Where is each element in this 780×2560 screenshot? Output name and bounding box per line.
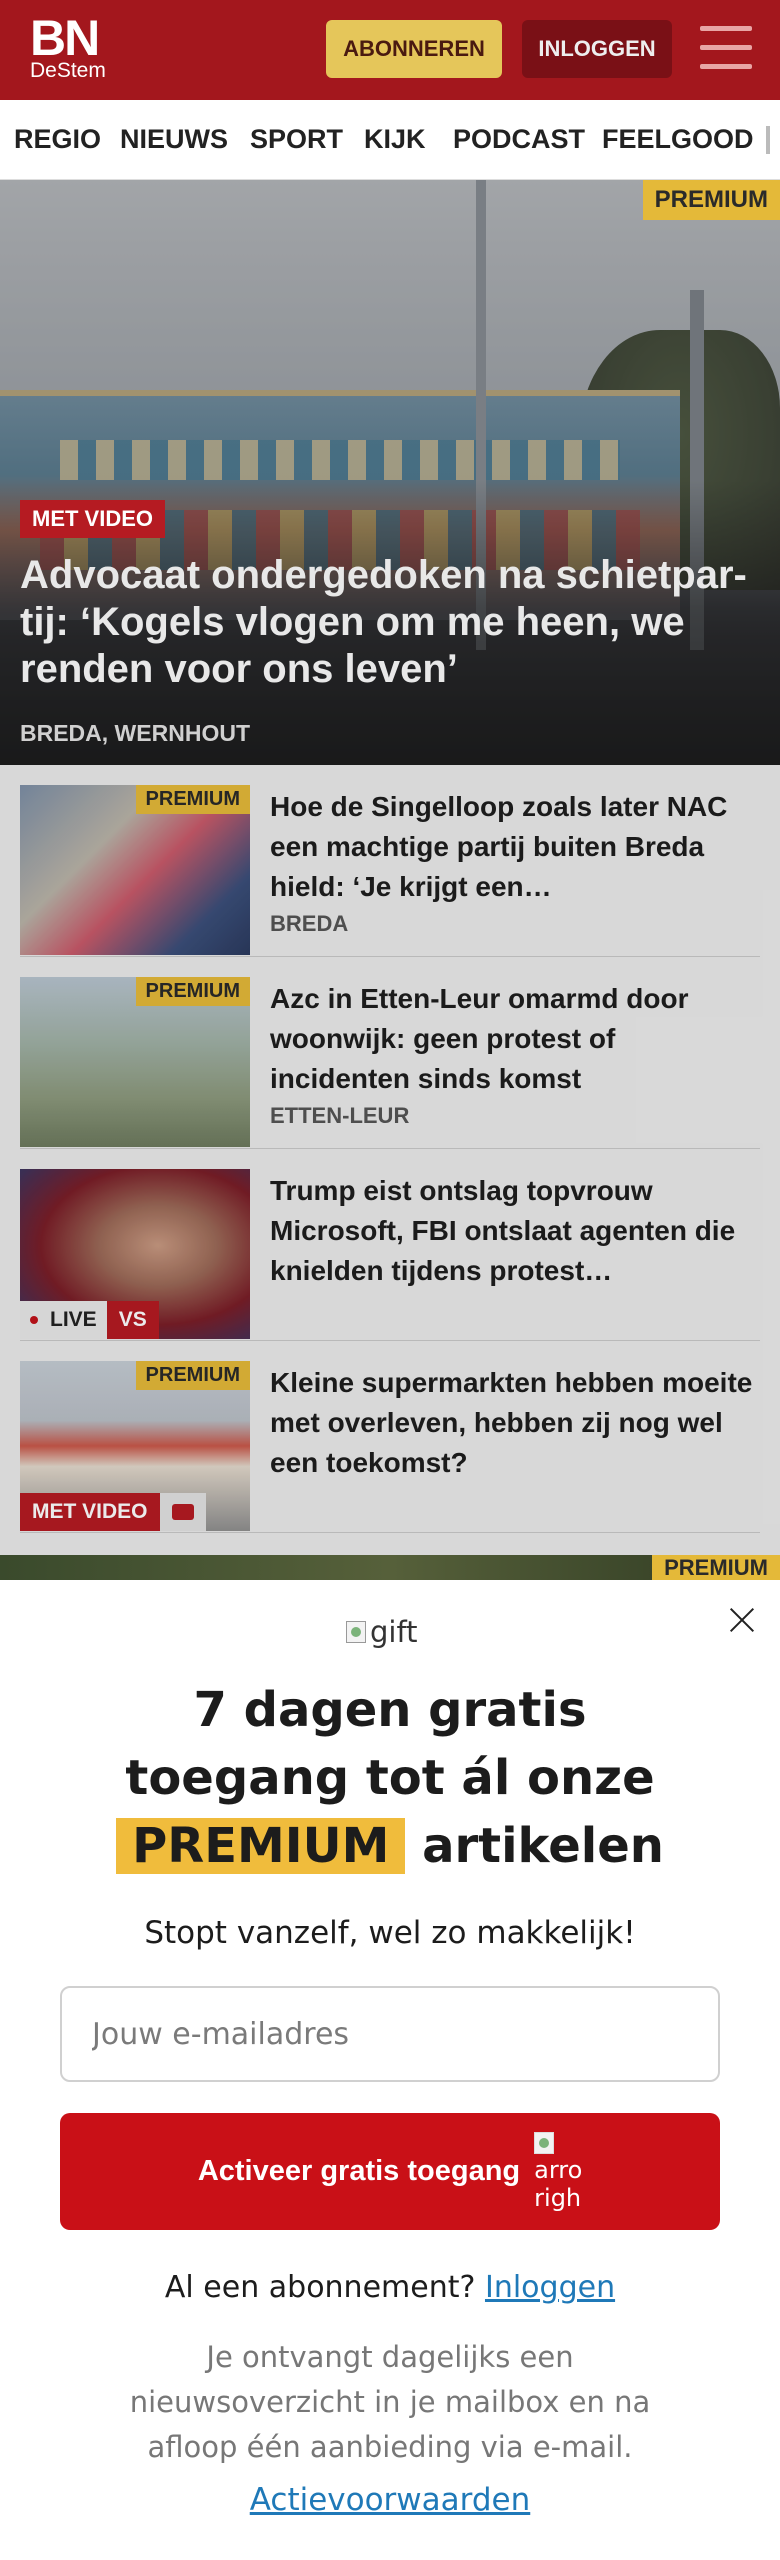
heading-line: PREMIUM artikelen [0,1812,780,1880]
cta-label: Activeer gratis toegang [197,2155,521,2187]
login-link[interactable]: Inloggen [485,2270,615,2305]
arrow-alt-text: arro [534,2155,583,2184]
video-badge: MET VIDEO [20,1493,206,1531]
subscribe-button[interactable]: ABONNEREN [326,20,502,78]
modal-heading: 7 dagen gratis toegang tot ál onze PREMI… [0,1676,780,1880]
existing-subscriber-text: Al een abonnement? [164,2270,476,2305]
existing-subscriber-line: Al een abonnement? Inloggen [0,2270,780,2305]
broken-image-icon [534,2131,555,2154]
premium-highlight: PREMIUM [116,1818,406,1874]
heading-line: 7 dagen gratis [193,1682,587,1738]
article-title[interactable]: Trump eist ontslag topvrouw Microsoft, F… [270,1171,760,1291]
article-title[interactable]: Kleine supermarkten hebben moeite met ov… [270,1363,760,1483]
video-label: MET VIDEO [20,1493,160,1531]
live-label: LIVE [20,1301,107,1339]
gift-alt-text: gift [370,1615,418,1649]
terms-link[interactable]: Actievoorwaarden [0,2482,780,2518]
list-item[interactable]: PREMIUM Azc in Etten-Leur omarmd door wo… [20,957,760,1149]
video-badge: MET VIDEO [20,500,166,538]
nav-item-nieuws[interactable]: NIEUWS [120,124,228,155]
live-text: LIVE [50,1308,97,1331]
activate-trial-button[interactable]: Activeer gratis toegang arro righ [60,2113,720,2230]
article-thumbnail: PREMIUM MET VIDEO [20,1361,250,1531]
site-header: BN DeStem ABONNEREN INLOGGEN [0,0,780,100]
article-list: PREMIUM Hoe de Singelloop zoals later NA… [0,765,780,1580]
article-title[interactable]: Hoe de Singelloop zoals later NAC een ma… [270,787,760,907]
site-logo[interactable]: BN DeStem [30,10,106,82]
nav-item-feelgood[interactable]: FEELGOOD [602,124,754,155]
premium-badge: PREMIUM [135,1361,250,1390]
login-button[interactable]: INLOGGEN [522,20,672,78]
premium-badge: PREMIUM [642,180,780,220]
premium-trial-modal: gift 7 dagen gratis toegang tot ál onze … [0,1580,780,2560]
modal-subheading: Stopt vanzelf, wel zo makkelijk! [144,1915,636,1951]
article-thumbnail: PREMIUM [20,977,250,1147]
heading-line: toegang tot ál onze [125,1750,655,1806]
premium-badge: PREMIUM [652,1555,780,1580]
logo-main: BN [30,10,100,66]
hero-headline[interactable]: Advocaat ondergedoken na schietpar­tij: … [20,552,765,693]
article-location: BREDA [270,911,349,936]
nav-item-podcast[interactable]: PODCAST [453,124,585,155]
premium-badge: PREMIUM [135,785,250,814]
list-item[interactable]: PREMIUM MET VIDEO Kleine supermarkten he… [20,1341,760,1533]
nav-item-sport[interactable]: SPORT [250,124,343,155]
live-dot-icon [30,1316,38,1324]
list-item[interactable]: PREMIUM Hoe de Singelloop zoals later NA… [20,765,760,957]
article-title[interactable]: Azc in Etten-Leur omarmd door woonwijk: … [270,979,760,1099]
article-location: ETTEN-LEUR [270,1103,410,1128]
hamburger-menu-icon[interactable] [700,26,752,72]
list-item[interactable]: LIVE VS Trump eist ontslag topvrouw Micr… [20,1149,760,1341]
nav-item-regio[interactable]: REGIO [14,124,101,155]
logo-sub: DeStem [30,59,106,82]
article-thumbnail: LIVE VS [20,1169,250,1339]
category-badge: VS [106,1301,159,1339]
comment-icon [159,1493,206,1531]
broken-image-icon [346,1621,366,1643]
disclaimer-text: Je ontvangt dagelijks een nieuwsoverzich… [129,2340,651,2464]
section-nav: REGIO NIEUWS SPORT KIJK PODCAST FEELGOOD [0,100,780,180]
article-thumbnail: PREMIUM [20,785,250,955]
close-icon[interactable] [724,1602,760,1638]
live-badge: LIVE VS [20,1301,159,1339]
arrow-alt-text: righ [534,2183,582,2212]
hero-location: BREDA, WERNHOUT [20,720,250,746]
email-field[interactable] [60,1986,720,2082]
nav-item-kijk[interactable]: KIJK [364,124,426,155]
heading-rest: artikelen [422,1818,664,1874]
next-article-peek: PREMIUM [0,1555,780,1580]
premium-badge: PREMIUM [135,977,250,1006]
nav-overflow-indicator [766,126,770,154]
arrow-right-icon: arro righ [534,2122,582,2222]
gift-icon: gift [346,1612,418,1652]
hero-article[interactable]: PREMIUM MET VIDEO Advocaat ondergedoken … [0,180,780,765]
